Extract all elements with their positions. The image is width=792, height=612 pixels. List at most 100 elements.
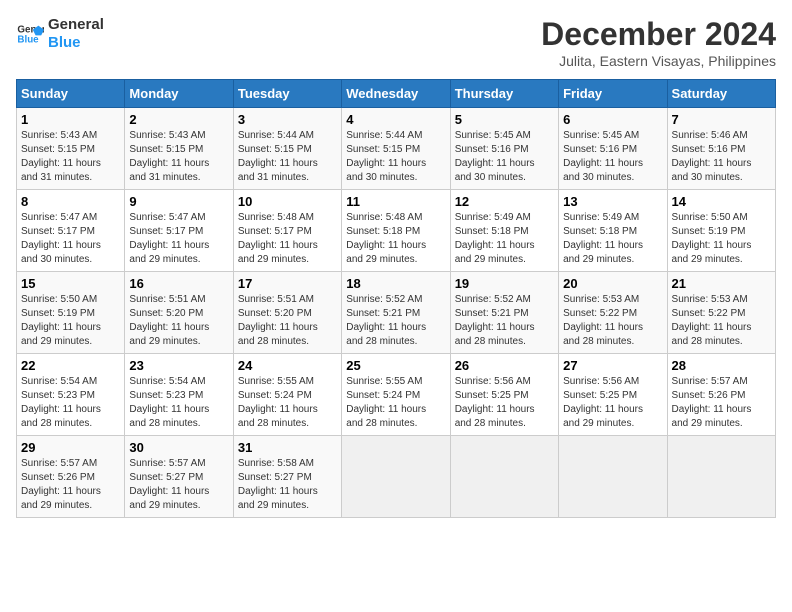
day-number: 9 [129, 194, 228, 209]
logo-icon: General Blue [16, 20, 44, 48]
calendar-day-cell: 15Sunrise: 5:50 AM Sunset: 5:19 PM Dayli… [17, 272, 125, 354]
day-info: Sunrise: 5:50 AM Sunset: 5:19 PM Dayligh… [672, 211, 771, 267]
day-of-week-header: Friday [559, 80, 667, 108]
day-info: Sunrise: 5:43 AM Sunset: 5:15 PM Dayligh… [129, 129, 228, 185]
day-info: Sunrise: 5:54 AM Sunset: 5:23 PM Dayligh… [129, 375, 228, 431]
day-of-week-header: Tuesday [233, 80, 341, 108]
day-info: Sunrise: 5:55 AM Sunset: 5:24 PM Dayligh… [238, 375, 337, 431]
calendar-day-cell: 7 Sunrise: 5:46 AM Sunset: 5:16 PM Daylig… [667, 108, 775, 190]
calendar-day-cell [559, 436, 667, 518]
calendar-day-cell: 19 Sunrise: 5:52 AM Sunset: 5:21 PM Dayli… [450, 272, 558, 354]
calendar-day-cell: 30 Sunrise: 5:57 AM Sunset: 5:27 PM Dayli… [125, 436, 233, 518]
calendar-day-cell: 22 Sunrise: 5:54 AM Sunset: 5:23 PM Dayli… [17, 354, 125, 436]
calendar-day-cell: 11 Sunrise: 5:48 AM Sunset: 5:18 PM Dayli… [342, 190, 450, 272]
calendar-day-cell: 20 Sunrise: 5:53 AM Sunset: 5:22 PM Dayli… [559, 272, 667, 354]
calendar-day-cell: 2 Sunrise: 5:43 AM Sunset: 5:15 PM Daylig… [125, 108, 233, 190]
day-number: 21 [672, 276, 771, 291]
day-number: 29 [21, 440, 120, 455]
day-info: Sunrise: 5:51 AM Sunset: 5:20 PM Dayligh… [129, 293, 228, 349]
day-info: Sunrise: 5:50 AM Sunset: 5:19 PM Dayligh… [21, 293, 120, 349]
day-number: 23 [129, 358, 228, 373]
day-number: 17 [238, 276, 337, 291]
title-block: December 2024 Julita, Eastern Visayas, P… [541, 16, 776, 69]
day-info: Sunrise: 5:56 AM Sunset: 5:25 PM Dayligh… [563, 375, 662, 431]
calendar-day-cell: 24Sunrise: 5:55 AM Sunset: 5:24 PM Dayli… [233, 354, 341, 436]
day-of-week-header: Saturday [667, 80, 775, 108]
day-number: 3 [238, 112, 337, 127]
day-number: 14 [672, 194, 771, 209]
calendar-week-row: 8 Sunrise: 5:47 AM Sunset: 5:17 PM Daylig… [17, 190, 776, 272]
day-info: Sunrise: 5:57 AM Sunset: 5:26 PM Dayligh… [21, 457, 120, 513]
day-number: 7 [672, 112, 771, 127]
day-number: 1 [21, 112, 120, 127]
day-number: 28 [672, 358, 771, 373]
day-info: Sunrise: 5:53 AM Sunset: 5:22 PM Dayligh… [563, 293, 662, 349]
calendar-day-cell: 1 Sunrise: 5:43 AM Sunset: 5:15 PM Daylig… [17, 108, 125, 190]
day-info: Sunrise: 5:52 AM Sunset: 5:21 PM Dayligh… [346, 293, 445, 349]
day-of-week-header: Monday [125, 80, 233, 108]
page-header: General Blue General Blue December 2024 … [16, 16, 776, 69]
calendar-day-cell: 27 Sunrise: 5:56 AM Sunset: 5:25 PM Dayli… [559, 354, 667, 436]
calendar-day-cell: 18 Sunrise: 5:52 AM Sunset: 5:21 PM Dayli… [342, 272, 450, 354]
day-number: 27 [563, 358, 662, 373]
day-number: 12 [455, 194, 554, 209]
day-info: Sunrise: 5:49 AM Sunset: 5:18 PM Dayligh… [455, 211, 554, 267]
day-number: 19 [455, 276, 554, 291]
day-number: 13 [563, 194, 662, 209]
day-info: Sunrise: 5:47 AM Sunset: 5:17 PM Dayligh… [129, 211, 228, 267]
calendar-table: SundayMondayTuesdayWednesdayThursdayFrid… [16, 79, 776, 518]
calendar-day-cell: 13 Sunrise: 5:49 AM Sunset: 5:18 PM Dayli… [559, 190, 667, 272]
day-info: Sunrise: 5:45 AM Sunset: 5:16 PM Dayligh… [563, 129, 662, 185]
day-info: Sunrise: 5:43 AM Sunset: 5:15 PM Dayligh… [21, 129, 120, 185]
day-info: Sunrise: 5:57 AM Sunset: 5:26 PM Dayligh… [672, 375, 771, 431]
day-info: Sunrise: 5:56 AM Sunset: 5:25 PM Dayligh… [455, 375, 554, 431]
day-info: Sunrise: 5:48 AM Sunset: 5:18 PM Dayligh… [346, 211, 445, 267]
calendar-day-cell: 29 Sunrise: 5:57 AM Sunset: 5:26 PM Dayli… [17, 436, 125, 518]
day-number: 16 [129, 276, 228, 291]
calendar-day-cell: 28 Sunrise: 5:57 AM Sunset: 5:26 PM Dayli… [667, 354, 775, 436]
day-number: 20 [563, 276, 662, 291]
day-number: 30 [129, 440, 228, 455]
day-info: Sunrise: 5:47 AM Sunset: 5:17 PM Dayligh… [21, 211, 120, 267]
calendar-day-cell: 4Sunrise: 5:44 AM Sunset: 5:15 PM Daylig… [342, 108, 450, 190]
day-info: Sunrise: 5:52 AM Sunset: 5:21 PM Dayligh… [455, 293, 554, 349]
calendar-day-cell [342, 436, 450, 518]
day-info: Sunrise: 5:44 AM Sunset: 5:15 PM Dayligh… [238, 129, 337, 185]
day-number: 25 [346, 358, 445, 373]
day-info: Sunrise: 5:45 AM Sunset: 5:16 PM Dayligh… [455, 129, 554, 185]
day-info: Sunrise: 5:58 AM Sunset: 5:27 PM Dayligh… [238, 457, 337, 513]
svg-text:Blue: Blue [17, 34, 39, 45]
calendar-day-cell: 12 Sunrise: 5:49 AM Sunset: 5:18 PM Dayli… [450, 190, 558, 272]
day-info: Sunrise: 5:49 AM Sunset: 5:18 PM Dayligh… [563, 211, 662, 267]
calendar-day-cell [667, 436, 775, 518]
calendar-day-cell: 5 Sunrise: 5:45 AM Sunset: 5:16 PM Daylig… [450, 108, 558, 190]
calendar-week-row: 15Sunrise: 5:50 AM Sunset: 5:19 PM Dayli… [17, 272, 776, 354]
day-info: Sunrise: 5:48 AM Sunset: 5:17 PM Dayligh… [238, 211, 337, 267]
calendar-day-cell: 6 Sunrise: 5:45 AM Sunset: 5:16 PM Daylig… [559, 108, 667, 190]
day-number: 18 [346, 276, 445, 291]
calendar-week-row: 22 Sunrise: 5:54 AM Sunset: 5:23 PM Dayli… [17, 354, 776, 436]
calendar-day-cell [450, 436, 558, 518]
day-number: 6 [563, 112, 662, 127]
day-info: Sunrise: 5:46 AM Sunset: 5:16 PM Dayligh… [672, 129, 771, 185]
calendar-day-cell: 14 Sunrise: 5:50 AM Sunset: 5:19 PM Dayli… [667, 190, 775, 272]
day-number: 11 [346, 194, 445, 209]
day-number: 2 [129, 112, 228, 127]
day-number: 10 [238, 194, 337, 209]
day-number: 22 [21, 358, 120, 373]
day-info: Sunrise: 5:53 AM Sunset: 5:22 PM Dayligh… [672, 293, 771, 349]
calendar-day-cell: 17Sunrise: 5:51 AM Sunset: 5:20 PM Dayli… [233, 272, 341, 354]
calendar-day-cell: 8 Sunrise: 5:47 AM Sunset: 5:17 PM Daylig… [17, 190, 125, 272]
calendar-day-cell: 10 Sunrise: 5:48 AM Sunset: 5:17 PM Dayli… [233, 190, 341, 272]
day-info: Sunrise: 5:54 AM Sunset: 5:23 PM Dayligh… [21, 375, 120, 431]
day-number: 8 [21, 194, 120, 209]
day-info: Sunrise: 5:57 AM Sunset: 5:27 PM Dayligh… [129, 457, 228, 513]
month-title: December 2024 [541, 16, 776, 53]
calendar-day-cell: 25Sunrise: 5:55 AM Sunset: 5:24 PM Dayli… [342, 354, 450, 436]
day-of-week-header: Sunday [17, 80, 125, 108]
day-info: Sunrise: 5:44 AM Sunset: 5:15 PM Dayligh… [346, 129, 445, 185]
day-number: 5 [455, 112, 554, 127]
day-number: 26 [455, 358, 554, 373]
calendar-day-cell: 23 Sunrise: 5:54 AM Sunset: 5:23 PM Dayli… [125, 354, 233, 436]
location-subtitle: Julita, Eastern Visayas, Philippines [541, 53, 776, 69]
